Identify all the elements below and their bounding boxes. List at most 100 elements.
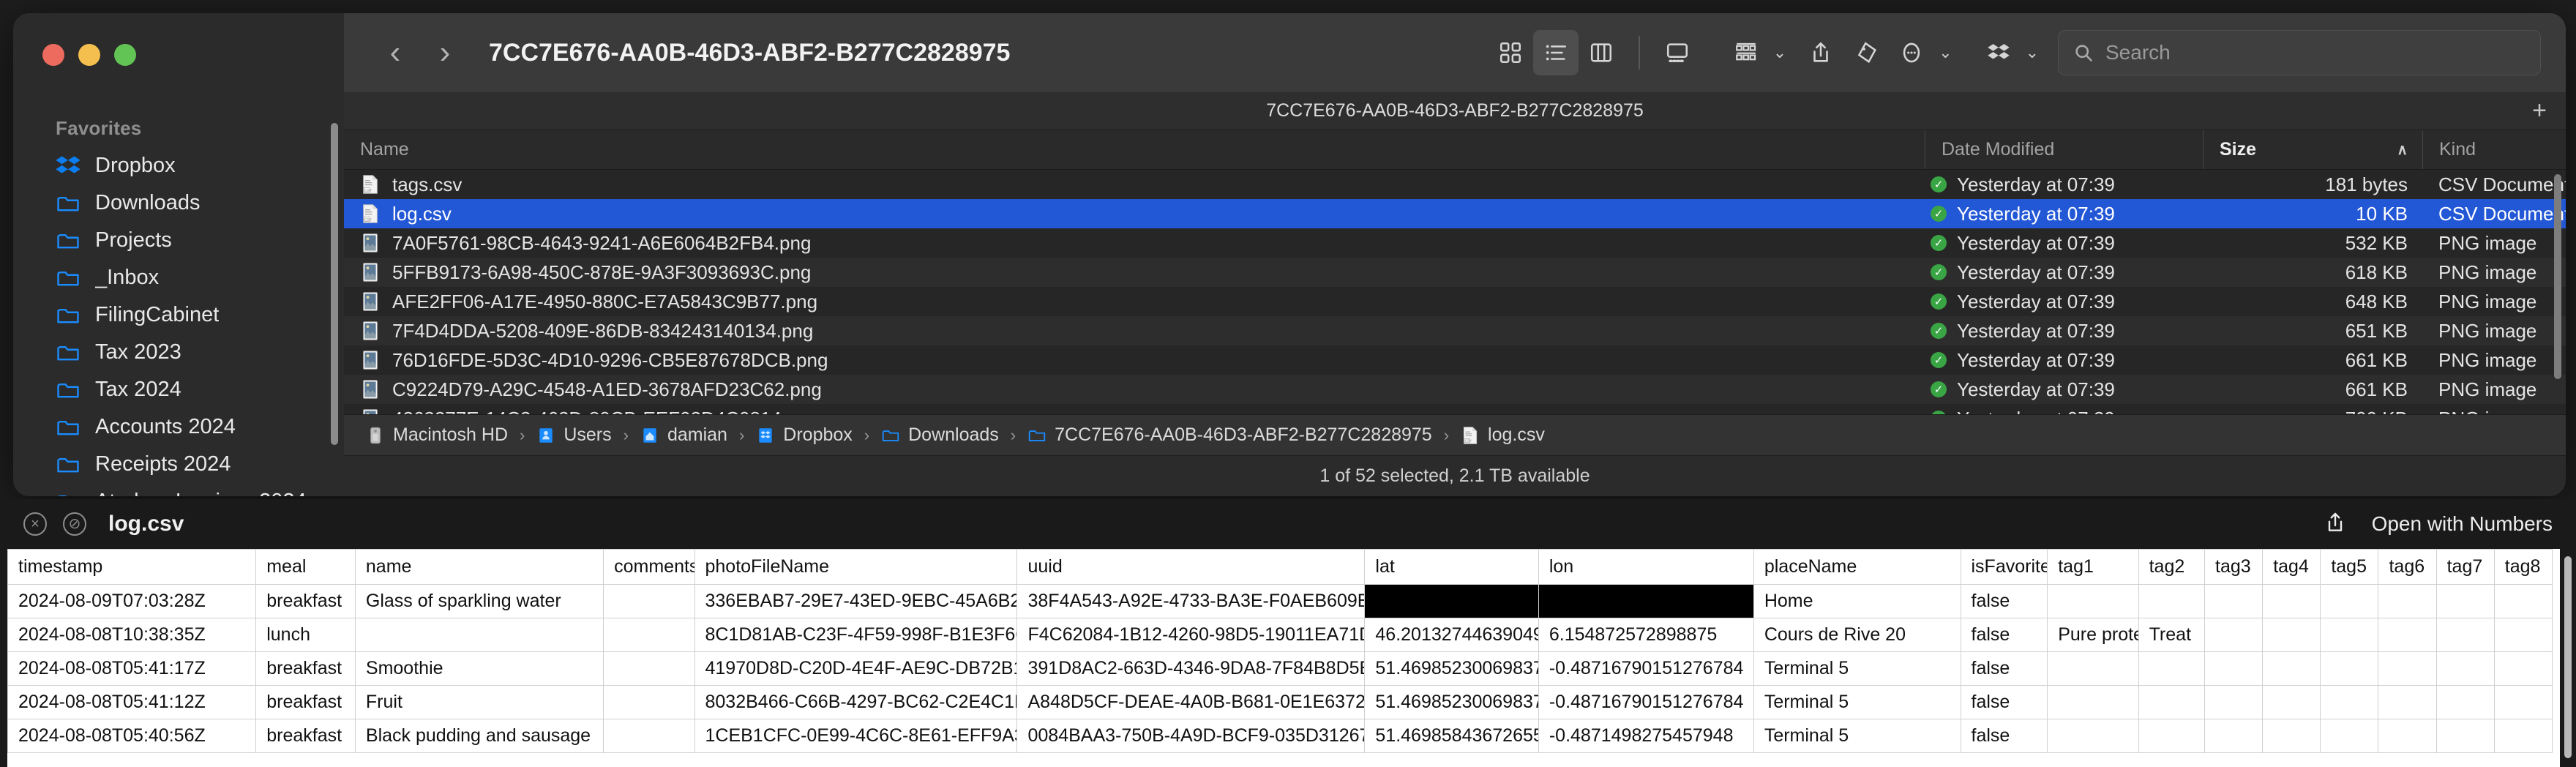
- sidebar-item-label: Dropbox: [95, 154, 176, 178]
- table-row[interactable]: CSV log.csv ✓ Yesterday at 07:39 10 KB C…: [344, 199, 2566, 228]
- column-header-name[interactable]: Name: [344, 130, 1925, 169]
- table-row[interactable]: 5FFB9173-6A98-450C-878E-9A3F3093693C.png…: [344, 258, 2566, 287]
- csv-cell: 38F4A543-A92E-4733-BA3E-F0AEB609BD68: [1017, 585, 1365, 618]
- breadcrumb-item[interactable]: Users: [536, 424, 611, 446]
- fullscreen-icon[interactable]: ⊘: [63, 512, 86, 536]
- breadcrumb-item[interactable]: Dropbox: [756, 424, 853, 446]
- breadcrumb-separator: ›: [624, 426, 629, 445]
- folder-icon: [881, 426, 900, 445]
- sidebar-item-downloads[interactable]: Downloads: [13, 184, 344, 222]
- more-actions-button[interactable]: ⌄: [1889, 30, 1952, 75]
- group-by-button[interactable]: ⌄: [1723, 30, 1786, 75]
- table-row[interactable]: CSV tags.csv ✓ Yesterday at 07:39 181 by…: [344, 170, 2566, 199]
- file-date-cell: ✓ Yesterday at 07:39: [1925, 375, 2203, 404]
- file-name-label: log.csv: [392, 203, 452, 225]
- file-name-label: C9224D79-A29C-4548-A1ED-3678AFD23C62.png: [392, 378, 822, 401]
- minimize-window-button[interactable]: [78, 44, 100, 66]
- back-button[interactable]: ‹: [370, 37, 420, 69]
- csv-cell: [2436, 618, 2494, 652]
- csv-cell: [355, 618, 603, 652]
- csv-cell: [2436, 585, 2494, 618]
- open-with-numbers-button[interactable]: Open with Numbers: [2372, 512, 2553, 536]
- sidebar-item-tax-2023[interactable]: Tax 2023: [13, 334, 344, 371]
- quicklook-scrollbar[interactable]: [2564, 556, 2572, 758]
- sidebar-item-accounts-2024[interactable]: Accounts 2024: [13, 408, 344, 446]
- file-list-scrollbar[interactable]: [2554, 174, 2561, 379]
- csv-cell: [2205, 618, 2263, 652]
- tab-active[interactable]: 7CC7E676-AA0B-46D3-ABF2-B277C2828975: [1266, 100, 1644, 121]
- list-view-button[interactable]: [1533, 30, 1579, 75]
- search-input[interactable]: Search: [2058, 30, 2541, 75]
- sidebar-item-inbox[interactable]: _Inbox: [13, 259, 344, 296]
- breadcrumb-label: 7CC7E676-AA0B-46D3-ABF2-B277C2828975: [1055, 424, 1432, 446]
- column-view-button[interactable]: [1579, 30, 1624, 75]
- file-date-label: Yesterday at 07:39: [1957, 349, 2115, 372]
- file-name-cell: 7F4D4DDA-5208-409E-86DB-834243140134.png: [344, 316, 1925, 345]
- csv-cell: [2321, 686, 2378, 719]
- column-header-kind[interactable]: Kind: [2422, 130, 2566, 169]
- table-row[interactable]: 76D16FDE-5D3C-4D10-9296-CB5E87678DCB.png…: [344, 345, 2566, 375]
- tab-bar: 7CC7E676-AA0B-46D3-ABF2-B277C2828975 +: [344, 92, 2566, 130]
- dropbox-menu-button[interactable]: ⌄: [1976, 30, 2039, 75]
- csv-cell: 2024-08-08T10:38:35Z: [8, 618, 256, 652]
- breadcrumb-item[interactable]: CSVlog.csv: [1461, 424, 1545, 446]
- csv-cell: 51.46985230069837: [1365, 686, 1538, 719]
- csv-cell: 51.46985230069837: [1365, 652, 1538, 686]
- csv-cell: A848D5CF-DEAE-4A0B-B681-0E1E6372944F: [1017, 686, 1365, 719]
- csv-cell: [2263, 719, 2321, 753]
- breadcrumb-item[interactable]: Downloads: [881, 424, 999, 446]
- folder-icon: [56, 415, 80, 440]
- breadcrumb-label: Users: [564, 424, 611, 446]
- new-tab-button[interactable]: +: [2532, 97, 2547, 125]
- csv-cell: 336EBAB7-29E7-43ED-9EBC-45A6B245AA64.png: [694, 585, 1017, 618]
- sidebar-item-receipts-2024[interactable]: Receipts 2024: [13, 446, 344, 483]
- breadcrumb-separator: ›: [520, 426, 525, 445]
- maximize-window-button[interactable]: [114, 44, 136, 66]
- column-header-date[interactable]: Date Modified: [1925, 130, 2203, 169]
- csv-cell: false: [1961, 719, 2048, 753]
- sidebar-item-label: _Inbox: [95, 266, 159, 290]
- svg-text:CSV: CSV: [1465, 438, 1472, 442]
- chevron-down-icon: ⌄: [1773, 43, 1786, 62]
- column-header-label: Date Modified: [1942, 139, 2054, 160]
- breadcrumb-item[interactable]: damian: [640, 424, 727, 446]
- sidebar-item-projects[interactable]: Projects: [13, 222, 344, 259]
- table-row[interactable]: 4263277E-14C2-462D-80CB-EEF03D4C0814.png…: [344, 404, 2566, 414]
- file-date-cell: ✓ Yesterday at 07:39: [1925, 258, 2203, 287]
- table-row[interactable]: 7F4D4DDA-5208-409E-86DB-834243140134.png…: [344, 316, 2566, 345]
- csv-cell: [2378, 686, 2436, 719]
- file-list-column-headers: Name Date Modified Size∧Kind: [344, 130, 2566, 170]
- table-row[interactable]: 7A0F5761-98CB-4643-9241-A6E6064B2FB4.png…: [344, 228, 2566, 258]
- sidebar-item-atedera-invoices-2024[interactable]: Atedera Invoices 2024: [13, 483, 344, 496]
- close-window-button[interactable]: [42, 44, 64, 66]
- sidebar-scrollbar[interactable]: [331, 123, 338, 445]
- csv-cell: [2205, 686, 2263, 719]
- gallery-view-button[interactable]: [1655, 30, 1700, 75]
- csv-cell: [2494, 719, 2552, 753]
- csv-cell: 2024-08-08T05:41:17Z: [8, 652, 256, 686]
- breadcrumb-item[interactable]: 7CC7E676-AA0B-46D3-ABF2-B277C2828975: [1027, 424, 1432, 446]
- sidebar-item-label: Downloads: [95, 191, 200, 215]
- file-date-label: Yesterday at 07:39: [1957, 232, 2115, 255]
- table-row[interactable]: C9224D79-A29C-4548-A1ED-3678AFD23C62.png…: [344, 375, 2566, 404]
- csv-cell: [2205, 585, 2263, 618]
- share-button[interactable]: [1798, 30, 1843, 75]
- breadcrumb-item[interactable]: Macintosh HD: [366, 424, 508, 446]
- sidebar-item-dropbox[interactable]: Dropbox: [13, 147, 344, 184]
- drive-icon: [366, 426, 385, 445]
- tag-button[interactable]: [1843, 30, 1889, 75]
- csv-cell: Terminal 5: [1753, 652, 1961, 686]
- file-date-cell: ✓ Yesterday at 07:39: [1925, 404, 2203, 414]
- csv-column-header: tag2: [2138, 550, 2204, 585]
- icon-view-button[interactable]: [1488, 30, 1533, 75]
- forward-button[interactable]: ›: [420, 37, 470, 69]
- table-row[interactable]: AFE2FF06-A17E-4950-880C-E7A5843C9B77.png…: [344, 287, 2566, 316]
- csv-column-header: isFavorite: [1961, 550, 2048, 585]
- column-header-size[interactable]: Size∧: [2203, 130, 2422, 169]
- close-icon[interactable]: ×: [23, 512, 47, 536]
- sidebar-item-tax-2024[interactable]: Tax 2024: [13, 371, 344, 408]
- sidebar-item-filingcabinet[interactable]: FilingCabinet: [13, 296, 344, 334]
- file-size-cell: 700 KB: [2203, 404, 2422, 414]
- csv-cell: -0.48716790151276784: [1538, 686, 1753, 719]
- share-icon[interactable]: [2324, 511, 2347, 538]
